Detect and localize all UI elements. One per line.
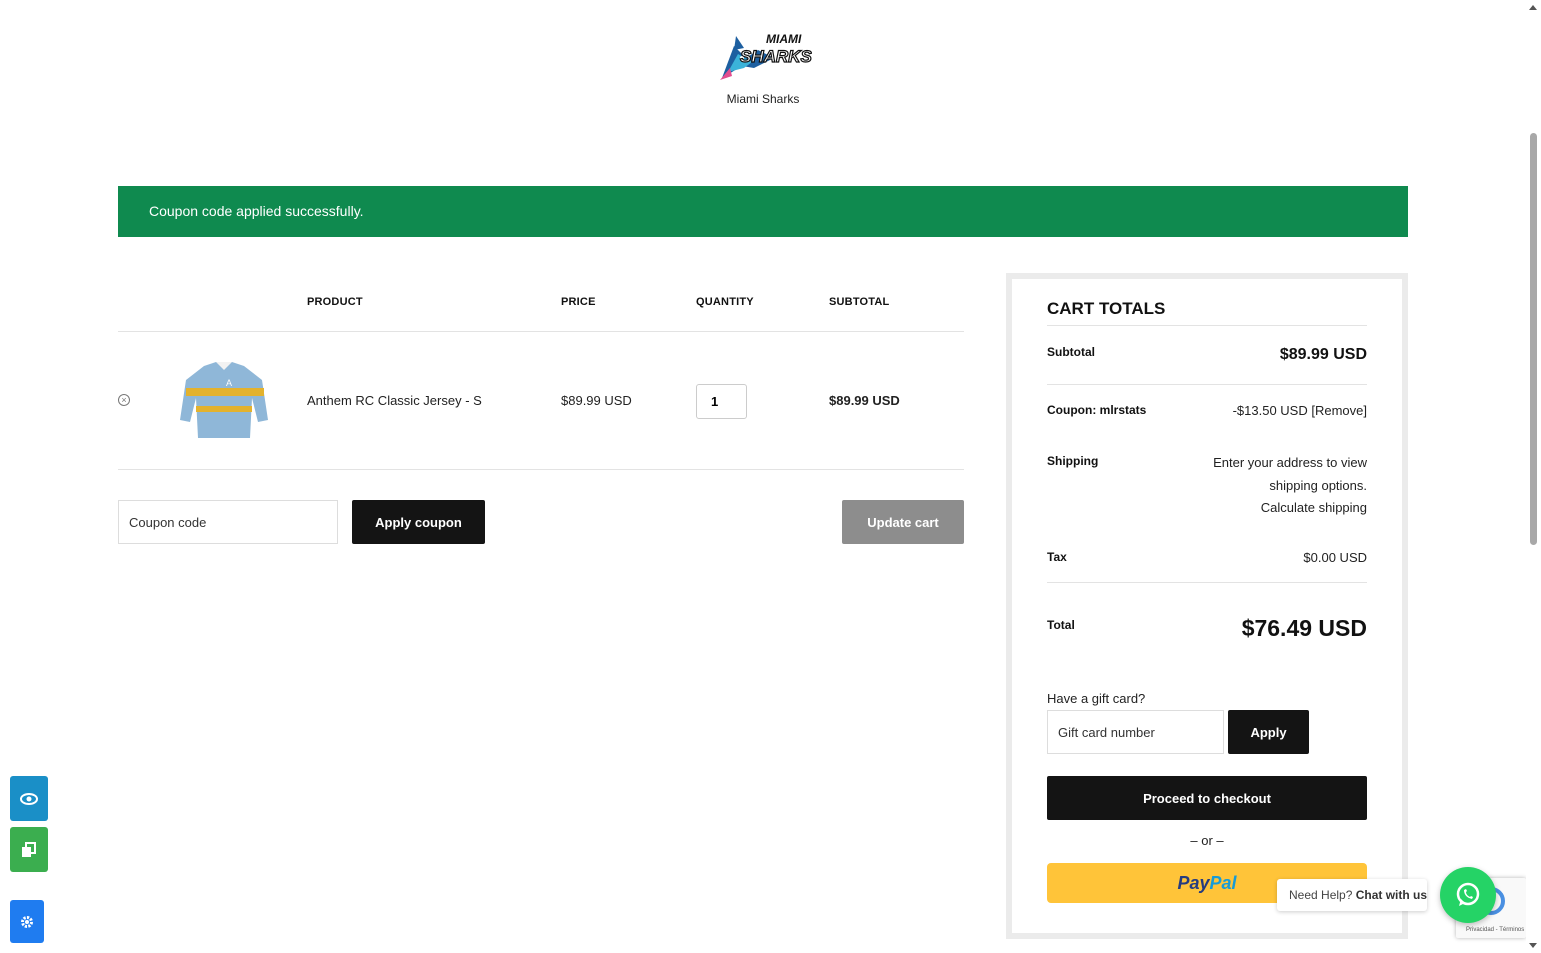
shipping-info: Enter your address to view shipping opti… bbox=[1167, 452, 1367, 520]
table-divider bbox=[118, 469, 964, 470]
or-separator: – or – bbox=[1190, 833, 1224, 848]
total-label: Total bbox=[1047, 618, 1075, 632]
paypal-logo-part: Pal bbox=[1209, 873, 1237, 893]
whatsapp-chat-label[interactable]: Need Help? Chat with us bbox=[1277, 879, 1427, 911]
svg-text:MIAMI: MIAMI bbox=[766, 32, 802, 46]
shipping-info-line: Enter your address to view bbox=[1213, 455, 1367, 470]
total-value: $76.49 USD bbox=[1241, 615, 1367, 641]
brand-name: Miami Sharks bbox=[726, 92, 800, 106]
gift-card-label: Have a gift card? bbox=[1047, 691, 1146, 706]
whatsapp-icon[interactable] bbox=[1440, 867, 1496, 923]
calculate-shipping-link[interactable]: Calculate shipping bbox=[1167, 497, 1367, 520]
miami-sharks-logo[interactable]: MIAMI SHARKS bbox=[714, 28, 812, 84]
paypal-logo-part: Pay bbox=[1177, 873, 1210, 893]
header-subtotal: SUBTOTAL bbox=[829, 296, 890, 308]
tax-value: $0.00 USD bbox=[1303, 550, 1367, 565]
shipping-info-line: shipping options. bbox=[1269, 477, 1367, 493]
coupon-code-input[interactable] bbox=[118, 500, 338, 544]
subtotal-value: $89.99 USD bbox=[1279, 346, 1367, 363]
header-product: PRODUCT bbox=[307, 296, 363, 308]
coupon-label: Coupon: mlrstats bbox=[1047, 403, 1147, 417]
svg-text:SHARKS: SHARKS bbox=[740, 47, 812, 66]
gear-icon[interactable] bbox=[10, 900, 44, 943]
copy-icon[interactable] bbox=[10, 827, 48, 872]
proceed-to-checkout-button[interactable]: Proceed to checkout bbox=[1047, 776, 1367, 820]
product-thumbnail[interactable]: A bbox=[176, 358, 272, 444]
header-quantity: QUANTITY bbox=[696, 296, 754, 308]
scroll-thumb[interactable] bbox=[1530, 133, 1537, 545]
coupon-discount-value[interactable]: -$13.50 USD [Remove] bbox=[1233, 403, 1367, 418]
eye-icon[interactable] bbox=[10, 776, 48, 821]
scroll-up-icon[interactable] bbox=[1529, 5, 1537, 10]
shipping-label: Shipping bbox=[1047, 454, 1099, 468]
whatsapp-help-text: Need Help? bbox=[1289, 888, 1353, 902]
product-name[interactable]: Anthem RC Classic Jersey - S bbox=[307, 393, 482, 408]
quantity-input[interactable] bbox=[696, 384, 747, 419]
cart-totals-panel: CART TOTALS Subtotal $89.99 USD Coupon: … bbox=[1006, 273, 1408, 939]
recaptcha-terms[interactable]: Privacidad - Términos bbox=[1466, 927, 1524, 933]
product-subtotal: $89.99 USD bbox=[829, 393, 900, 408]
subtotal-label: Subtotal bbox=[1047, 345, 1095, 359]
coupon-success-notice: Coupon code applied successfully. bbox=[118, 186, 1408, 237]
tax-label: Tax bbox=[1047, 550, 1067, 564]
divider bbox=[1047, 582, 1367, 583]
apply-gift-card-button[interactable]: Apply bbox=[1228, 710, 1309, 754]
scroll-down-icon[interactable] bbox=[1529, 943, 1537, 948]
product-price: $89.99 USD bbox=[561, 393, 632, 408]
svg-text:A: A bbox=[226, 378, 232, 388]
update-cart-button[interactable]: Update cart bbox=[842, 500, 964, 544]
divider bbox=[1047, 384, 1367, 385]
page-scrollbar[interactable] bbox=[1526, 0, 1541, 953]
table-divider bbox=[118, 331, 964, 332]
apply-coupon-button[interactable]: Apply coupon bbox=[352, 500, 485, 544]
whatsapp-chat-text: Chat with us bbox=[1355, 888, 1428, 902]
divider bbox=[1047, 325, 1367, 326]
close-circle-icon[interactable]: × bbox=[118, 394, 130, 406]
gift-card-input[interactable] bbox=[1047, 710, 1224, 754]
header-price: PRICE bbox=[561, 296, 596, 308]
cart-totals-title: CART TOTALS bbox=[1047, 299, 1166, 318]
